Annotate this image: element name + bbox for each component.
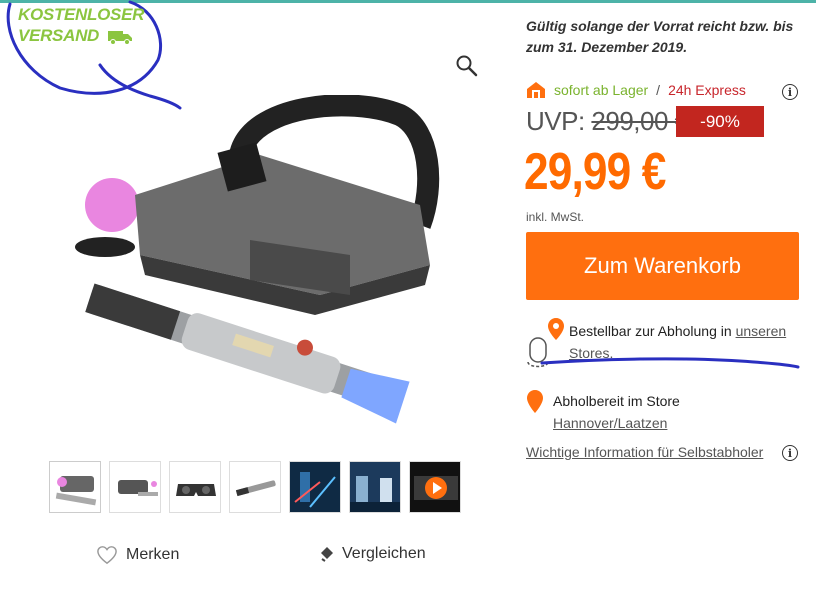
discount-badge: -90% xyxy=(676,106,764,137)
compare-icon xyxy=(321,547,333,562)
compare-button[interactable]: Vergleichen xyxy=(320,545,426,563)
uvp-value: 299,00 € xyxy=(591,106,689,136)
wishlist-button[interactable]: Merken xyxy=(96,545,179,565)
pickup-label: Bestellbar zur Abholung in xyxy=(569,323,736,339)
stock-separator: / xyxy=(656,82,661,98)
stock-status: sofort ab Lager / 24h Express xyxy=(526,81,746,99)
thumbnail-video[interactable] xyxy=(409,461,461,513)
validity-notice: Gültig solange der Vorrat reicht bzw. bi… xyxy=(526,18,794,55)
thumbnail-1[interactable] xyxy=(49,461,101,513)
uvp-label: UVP: xyxy=(526,106,585,136)
vat-note: inkl. MwSt. xyxy=(526,210,585,224)
merken-label: Merken xyxy=(126,546,180,563)
vergleichen-label: Vergleichen xyxy=(342,545,426,562)
stock-express: 24h Express xyxy=(668,82,746,98)
hand-drawn-underline xyxy=(540,357,800,369)
stock-available: sofort ab Lager xyxy=(554,82,649,98)
badge-line-1: KOSTENLOSER xyxy=(18,5,145,24)
truck-icon xyxy=(108,30,133,45)
pickup-info-link[interactable]: Wichtige Information für Selbstabholer xyxy=(526,444,763,460)
store-text: Abholbereit im Store Hannover/Laatzen xyxy=(553,390,793,434)
thumbnail-5[interactable] xyxy=(289,461,341,513)
thumbnail-2[interactable] xyxy=(109,461,161,513)
magnifier-icon[interactable] xyxy=(455,54,479,78)
info-icon[interactable]: i xyxy=(782,84,798,100)
store-icon xyxy=(527,82,545,98)
free-shipping-badge: KOSTENLOSER VERSAND xyxy=(18,4,144,46)
thumbnail-gallery xyxy=(49,461,461,513)
heart-icon xyxy=(97,546,117,565)
store-label: Abholbereit im Store xyxy=(553,393,680,409)
uvp-price: UVP: 299,00 € xyxy=(526,106,689,137)
info-icon[interactable]: i xyxy=(782,445,798,461)
thumbnail-6[interactable] xyxy=(349,461,401,513)
thumbnail-4[interactable] xyxy=(229,461,281,513)
thumbnail-3[interactable] xyxy=(169,461,221,513)
store-location-link[interactable]: Hannover/Laatzen xyxy=(553,415,667,431)
add-to-cart-button[interactable]: Zum Warenkorb xyxy=(526,232,799,300)
current-price: 29,99 € xyxy=(524,143,666,201)
product-image xyxy=(75,95,440,424)
badge-line-2: VERSAND xyxy=(18,26,100,45)
location-pin-icon xyxy=(527,390,543,413)
